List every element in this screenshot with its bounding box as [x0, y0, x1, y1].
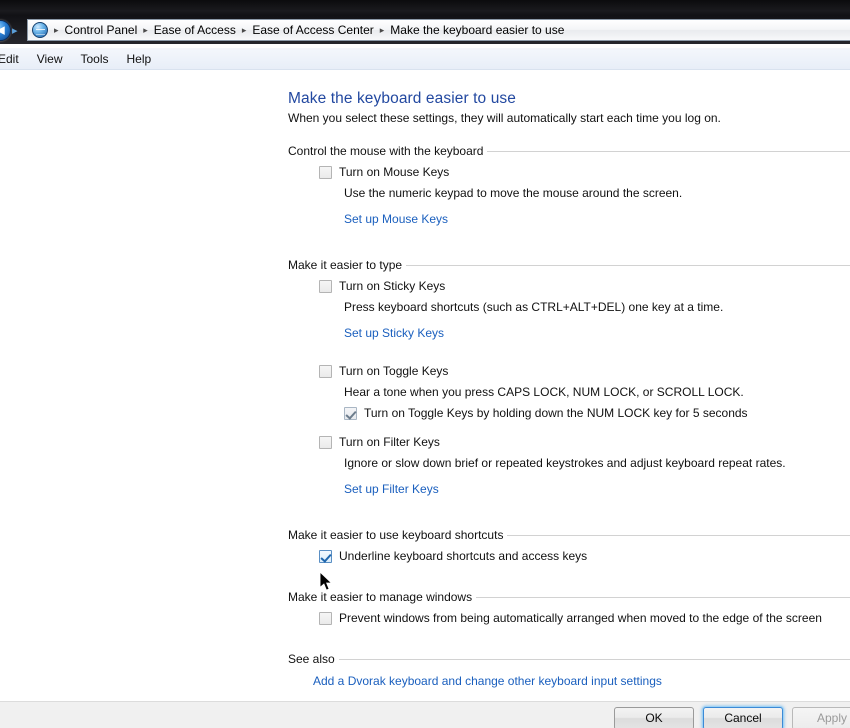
section-rule-windows — [476, 596, 850, 598]
checkbox-row-mouse-keys[interactable]: Turn on Mouse Keys — [319, 165, 850, 180]
label-turn-on-filter-keys: Turn on Filter Keys — [339, 435, 440, 449]
section-rule-see-also — [338, 658, 850, 660]
link-set-up-mouse-keys[interactable]: Set up Mouse Keys — [344, 212, 448, 226]
content-area: Make the keyboard easier to use When you… — [0, 70, 850, 701]
address-bar[interactable]: ▸ Control Panel ▸ Ease of Access ▸ Ease … — [27, 19, 850, 41]
label-toggle-keys-numlock-hold: Turn on Toggle Keys by holding down the … — [364, 406, 748, 420]
checkbox-row-prevent-window-arrange[interactable]: Prevent windows from being automatically… — [319, 611, 850, 626]
section-heading-mouse: Control the mouse with the keyboard — [288, 144, 850, 158]
ok-button[interactable]: OK — [614, 707, 694, 728]
breadcrumb-separator-1: ▸ — [143, 24, 148, 35]
section-make-it-easier-to-type: Make it easier to type Turn on Sticky Ke… — [288, 258, 850, 496]
link-add-dvorak-keyboard[interactable]: Add a Dvorak keyboard and change other k… — [313, 674, 662, 688]
label-turn-on-sticky-keys: Turn on Sticky Keys — [339, 279, 446, 293]
checkbox-turn-on-mouse-keys[interactable] — [319, 166, 332, 179]
section-heading-type: Make it easier to type — [288, 258, 850, 272]
menu-item-help[interactable]: Help — [118, 50, 161, 68]
link-row-dvorak: Add a Dvorak keyboard and change other k… — [313, 674, 850, 688]
section-heading-type-label: Make it easier to type — [288, 258, 403, 272]
section-heading-windows: Make it easier to manage windows — [288, 590, 850, 604]
description-mouse-keys: Use the numeric keypad to move the mouse… — [344, 186, 683, 200]
label-turn-on-toggle-keys: Turn on Toggle Keys — [339, 364, 449, 378]
section-manage-windows: Make it easier to manage windows Prevent… — [288, 590, 850, 626]
breadcrumb-control-panel[interactable]: Control Panel — [62, 22, 141, 38]
menu-item-edit[interactable]: Edit — [0, 50, 28, 68]
checkbox-row-filter-keys[interactable]: Turn on Filter Keys — [319, 435, 850, 450]
checkbox-turn-on-filter-keys[interactable] — [319, 436, 332, 449]
checkbox-row-toggle-keys-numlock[interactable]: Turn on Toggle Keys by holding down the … — [344, 406, 850, 421]
control-panel-globe-icon — [32, 22, 48, 38]
section-heading-shortcuts-label: Make it easier to use keyboard shortcuts — [288, 528, 504, 542]
description-toggle-keys: Hear a tone when you press CAPS LOCK, NU… — [344, 385, 744, 399]
breadcrumb-ease-of-access[interactable]: Ease of Access — [151, 22, 239, 38]
section-heading-mouse-label: Control the mouse with the keyboard — [288, 144, 484, 158]
page-title: Make the keyboard easier to use — [288, 90, 516, 107]
breadcrumb-separator-3: ▸ — [379, 24, 385, 35]
section-see-also: See also Add a Dvorak keyboard and chang… — [288, 652, 850, 688]
checkbox-turn-on-sticky-keys[interactable] — [319, 280, 332, 293]
section-heading-see-also: See also — [288, 652, 850, 666]
checkbox-row-underline-shortcuts[interactable]: Underline keyboard shortcuts and access … — [319, 549, 850, 564]
description-filter-keys: Ignore or slow down brief or repeated ke… — [344, 456, 786, 470]
checkbox-row-sticky-keys[interactable]: Turn on Sticky Keys — [319, 279, 850, 294]
section-heading-shortcuts: Make it easier to use keyboard shortcuts — [288, 528, 850, 542]
link-row-setup-sticky-keys: Set up Sticky Keys — [344, 326, 850, 340]
section-rule-mouse — [487, 150, 850, 152]
section-rule-shortcuts — [507, 534, 850, 536]
breadcrumb-separator-2: ▸ — [241, 24, 247, 35]
settings-pane: Make the keyboard easier to use When you… — [288, 90, 850, 690]
dialog-button-row: OK Cancel Apply — [614, 707, 850, 728]
menu-item-view[interactable]: View — [28, 50, 72, 68]
section-heading-see-also-label: See also — [288, 652, 335, 666]
link-set-up-filter-keys[interactable]: Set up Filter Keys — [344, 482, 439, 496]
section-heading-windows-label: Make it easier to manage windows — [288, 590, 473, 604]
label-turn-on-mouse-keys: Turn on Mouse Keys — [339, 165, 450, 179]
breadcrumb-separator-0: ▸ — [54, 24, 59, 35]
menu-item-tools[interactable]: Tools — [71, 50, 117, 68]
link-set-up-sticky-keys[interactable]: Set up Sticky Keys — [344, 326, 444, 340]
breadcrumb-current-page[interactable]: Make the keyboard easier to use — [387, 22, 567, 38]
forward-chevron-icon[interactable]: ▸ — [12, 26, 22, 37]
cancel-button[interactable]: Cancel — [703, 707, 783, 728]
section-control-mouse-with-keyboard: Control the mouse with the keyboard Turn… — [288, 144, 850, 226]
label-underline-keyboard-shortcuts: Underline keyboard shortcuts and access … — [339, 549, 588, 563]
breadcrumb-ease-of-access-center[interactable]: Ease of Access Center — [249, 22, 376, 38]
checkbox-turn-on-toggle-keys[interactable] — [319, 365, 332, 378]
link-row-setup-mouse-keys: Set up Mouse Keys — [344, 212, 850, 226]
label-prevent-window-arrange: Prevent windows from being automatically… — [339, 611, 822, 625]
page-subtitle: When you select these settings, they wil… — [288, 111, 721, 125]
checkbox-row-toggle-keys[interactable]: Turn on Toggle Keys — [319, 364, 850, 379]
section-rule-type — [406, 264, 850, 266]
checkbox-prevent-window-arrange[interactable] — [319, 612, 332, 625]
apply-button: Apply — [792, 707, 850, 728]
back-arrow-icon[interactable]: ◀ — [0, 20, 11, 41]
dialog-footer: OK Cancel Apply — [0, 701, 850, 728]
section-keyboard-shortcuts: Make it easier to use keyboard shortcuts… — [288, 528, 850, 564]
checkbox-toggle-keys-numlock-hold[interactable] — [344, 407, 357, 420]
description-sticky-keys: Press keyboard shortcuts (such as CTRL+A… — [344, 300, 724, 314]
checkbox-underline-keyboard-shortcuts[interactable] — [319, 550, 332, 563]
back-arrow-glyph: ◀ — [0, 24, 5, 36]
link-row-setup-filter-keys: Set up Filter Keys — [344, 482, 850, 496]
menu-bar: Edit View Tools Help — [0, 48, 850, 70]
